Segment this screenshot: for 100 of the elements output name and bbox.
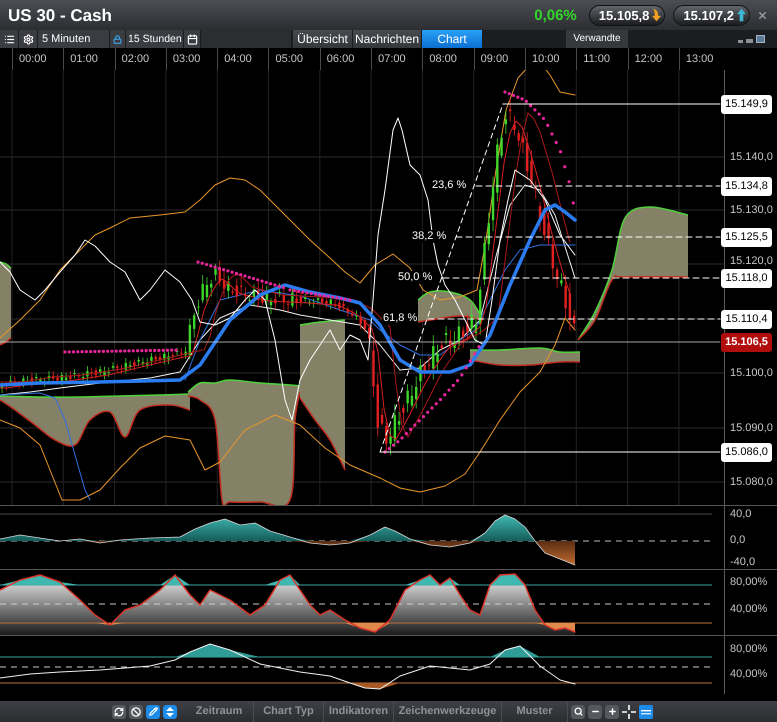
candle bbox=[534, 180, 537, 199]
time-label: 00:00 bbox=[19, 54, 47, 64]
scale-label: -40,0 bbox=[730, 556, 756, 569]
up-down-icon[interactable] bbox=[163, 704, 177, 718]
candle bbox=[257, 282, 260, 308]
candle bbox=[364, 317, 366, 332]
time-label: 01:00 bbox=[70, 54, 98, 64]
candle bbox=[424, 361, 426, 379]
candle bbox=[222, 271, 226, 298]
search-icon[interactable] bbox=[571, 704, 585, 718]
candle bbox=[44, 377, 46, 388]
time-label: 02:00 bbox=[122, 54, 150, 64]
range-dropdown[interactable]: 15 Stunden bbox=[126, 30, 183, 48]
time-label: 06:00 bbox=[326, 54, 354, 64]
price-label: 15.140,0 bbox=[730, 151, 773, 164]
candle bbox=[526, 132, 528, 180]
zoom-in-icon[interactable] bbox=[605, 704, 619, 718]
candle bbox=[94, 367, 98, 380]
menu-button[interactable]: Indikatoren bbox=[324, 701, 394, 722]
scale-label: 0,0 bbox=[730, 534, 746, 547]
window-title: US 30 - Cash bbox=[8, 6, 112, 24]
candle bbox=[436, 344, 439, 372]
retracement-label: 23,6 % bbox=[431, 179, 468, 192]
candle bbox=[474, 316, 478, 342]
time-label: 05:00 bbox=[275, 54, 304, 64]
candle bbox=[330, 296, 332, 310]
refresh-icon[interactable] bbox=[112, 704, 126, 718]
candle bbox=[116, 364, 118, 373]
candle bbox=[410, 384, 414, 408]
candle bbox=[158, 352, 162, 364]
close-icon[interactable] bbox=[757, 10, 768, 20]
candle bbox=[466, 314, 469, 342]
candle bbox=[483, 236, 486, 286]
crosshair-icon[interactable] bbox=[622, 704, 636, 718]
time-label: 11:00 bbox=[583, 54, 610, 64]
candle bbox=[522, 130, 524, 154]
candle bbox=[380, 408, 384, 426]
menu-button[interactable]: Chart Typ bbox=[254, 701, 324, 722]
candle bbox=[172, 352, 174, 360]
ban-icon[interactable] bbox=[129, 704, 143, 718]
candle bbox=[325, 298, 328, 308]
price-level-tag: 15.149,9 bbox=[721, 95, 772, 114]
candle bbox=[538, 202, 542, 232]
price-label: 15.090,0 bbox=[730, 422, 773, 435]
candle bbox=[334, 299, 336, 310]
candle bbox=[9, 375, 12, 384]
time-label: 03:00 bbox=[172, 54, 200, 64]
text-lines-icon[interactable] bbox=[639, 704, 653, 718]
pencil-icon[interactable] bbox=[146, 704, 160, 718]
bid-price-button[interactable]: 15.105,8 bbox=[588, 4, 666, 26]
minimize-icon[interactable] bbox=[738, 40, 743, 42]
candle bbox=[492, 176, 494, 232]
candle bbox=[210, 279, 212, 297]
candle bbox=[48, 370, 50, 384]
price-level-tag: 15.086,0 bbox=[721, 443, 772, 462]
candle bbox=[202, 274, 204, 304]
ask-price-button[interactable]: 15.107,2 bbox=[673, 4, 750, 26]
candle bbox=[376, 374, 379, 437]
menu-button[interactable]: Zeichenwerkzeuge bbox=[394, 701, 502, 722]
candle bbox=[18, 380, 20, 390]
settings-button[interactable] bbox=[19, 30, 37, 48]
time-label: 10:00 bbox=[532, 54, 560, 64]
candle bbox=[444, 326, 448, 345]
view-tab[interactable]: Chart bbox=[422, 30, 482, 48]
candle bbox=[231, 288, 234, 296]
menu-button[interactable]: Zeitraum bbox=[185, 701, 254, 722]
candle bbox=[543, 204, 546, 241]
price-label: 15.100,0 bbox=[730, 367, 773, 380]
price-label: 15.120,0 bbox=[730, 255, 773, 268]
time-label: 12:00 bbox=[634, 54, 662, 64]
time-label: 04:00 bbox=[224, 54, 252, 64]
related-tab[interactable]: Verwandte bbox=[566, 30, 628, 48]
candle bbox=[385, 422, 388, 454]
list-icon bbox=[4, 34, 14, 44]
candle bbox=[308, 299, 311, 306]
candle bbox=[440, 342, 443, 351]
interval-dropdown[interactable]: 5 Minuten bbox=[38, 30, 109, 48]
zoom-out-icon[interactable] bbox=[588, 704, 602, 718]
calendar-button[interactable] bbox=[184, 30, 200, 48]
cloud-area bbox=[418, 290, 483, 323]
blank-field[interactable] bbox=[201, 30, 291, 48]
list-button[interactable] bbox=[0, 30, 18, 48]
scale-label: 40,00% bbox=[730, 603, 768, 616]
time-label: 09:00 bbox=[480, 54, 508, 64]
candle bbox=[428, 355, 430, 372]
calendar-icon bbox=[186, 34, 198, 44]
restore-icon[interactable] bbox=[746, 38, 753, 42]
price-level-tag: 15.125,5 bbox=[721, 228, 772, 247]
lock-button[interactable] bbox=[110, 30, 125, 48]
price-level-tag: 15.118,0 bbox=[721, 269, 772, 288]
candle bbox=[488, 212, 490, 251]
candle bbox=[278, 282, 281, 298]
candle bbox=[479, 286, 482, 336]
candle bbox=[432, 334, 434, 380]
candle bbox=[470, 304, 473, 332]
time-label: 13:00 bbox=[686, 54, 714, 64]
candle bbox=[120, 364, 123, 375]
menu-button[interactable]: Muster bbox=[502, 701, 568, 722]
view-tab[interactable]: Übersicht bbox=[293, 30, 352, 48]
view-tab[interactable]: Nachrichten bbox=[353, 30, 421, 48]
